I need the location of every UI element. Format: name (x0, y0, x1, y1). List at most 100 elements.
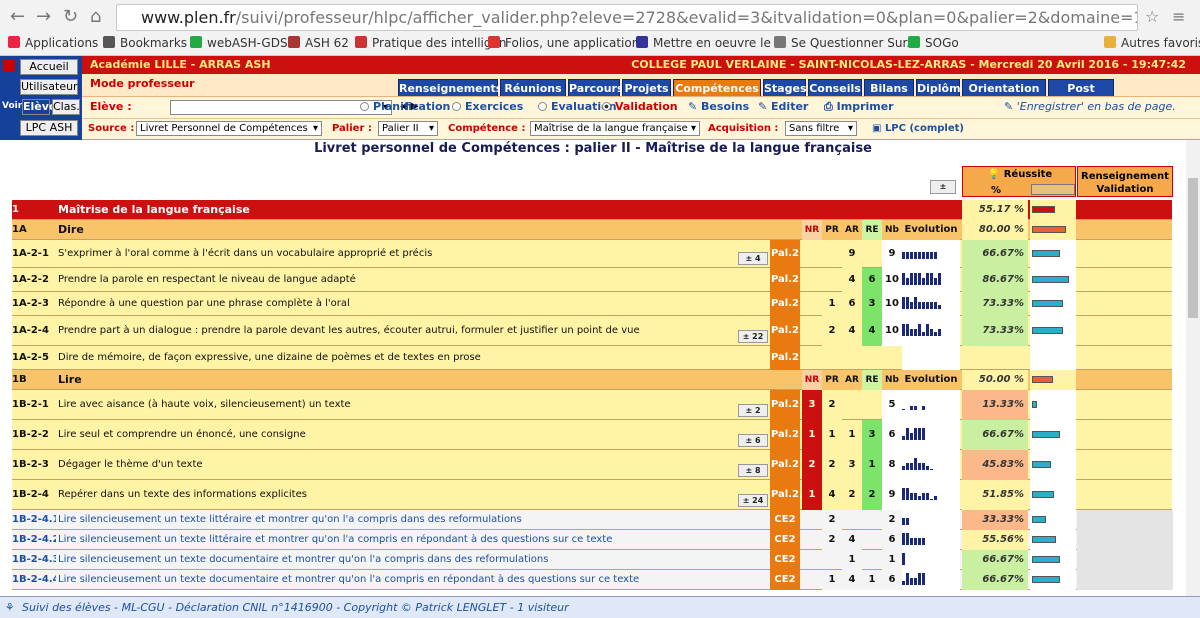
menu-icon[interactable]: ≡ (1172, 6, 1185, 28)
count-re: 2 (862, 480, 882, 510)
evolution-sparkline (902, 240, 960, 268)
bookmark-item[interactable]: Pratique des intelligen (355, 33, 506, 53)
bookmark-item[interactable]: Se Questionner Sur... (774, 33, 918, 53)
bookmark-item[interactable]: Applications (8, 33, 98, 53)
evolution-sparkline (902, 390, 960, 420)
bookmark-item[interactable]: Bookmarks (103, 33, 187, 53)
tab-conseils[interactable]: Conseils (808, 79, 862, 96)
radio-planification[interactable]: Planification (360, 97, 450, 117)
sparkline-bar (914, 406, 917, 410)
reussite-bar (1032, 516, 1046, 523)
bookmark-item[interactable]: Mettre en oeuvre le P (636, 33, 782, 53)
bookmark-icon (190, 36, 202, 48)
tab-comptences[interactable]: Compétences (673, 79, 761, 96)
tab-parcours[interactable]: Parcours (568, 79, 624, 96)
bookmark-item[interactable]: SOGo (908, 33, 959, 53)
palier-badge: Pal.2 (770, 450, 800, 480)
home-icon[interactable]: ⌂ (90, 6, 101, 28)
eleve-button[interactable]: Elève (22, 99, 56, 115)
count-pr: 2 (822, 450, 842, 480)
expand-button[interactable]: ± 2 (738, 404, 768, 417)
browser-chrome: ← → ↻ ⌂ www.plen.fr/suivi/professeur/hlp… (0, 0, 1200, 56)
sparkline-bar (902, 466, 905, 470)
table-row: 1A-2-2 Prendre la parole en respectant le… (12, 268, 1172, 292)
expand-button[interactable]: ± 24 (738, 494, 768, 507)
bookmark-item[interactable]: ASH 62 (288, 33, 349, 53)
tab-renseignements[interactable]: Renseignements (398, 79, 502, 96)
left-panel: Accueil Utilisateur Voir Elève Clas. LPC… (0, 56, 82, 140)
validation-header: Renseignement Validation (1077, 166, 1173, 197)
sparkline-bar (922, 301, 925, 309)
palier-badge: Pal.2 (770, 316, 800, 346)
reussite-bar-cell (1030, 420, 1076, 450)
expand-button[interactable]: ± 22 (738, 330, 768, 343)
sparkline-bar (914, 251, 917, 259)
reload-icon[interactable]: ↻ (63, 6, 78, 28)
accueil-button[interactable]: Accueil (20, 59, 78, 75)
back-icon[interactable]: ← (10, 6, 25, 28)
imprimer-link[interactable]: ⎙ Imprimer (824, 97, 894, 117)
count-nr: 3 (802, 390, 822, 420)
forward-icon[interactable]: → (36, 6, 51, 28)
tab-stages[interactable]: Stages (763, 79, 807, 96)
eleve-select[interactable]: ▾ (170, 100, 392, 115)
bookmark-item[interactable]: webASH-GDS (190, 33, 288, 53)
sparkline-bar (906, 324, 909, 336)
source-select[interactable]: Livret Personnel de Compétences ▾ (136, 121, 322, 136)
sparkline-bar (926, 466, 929, 470)
sparkline-bar (918, 496, 921, 500)
bookmark-item[interactable]: Folios, une application (488, 33, 639, 53)
bookmark-label: SOGo (925, 36, 959, 50)
expand-button[interactable]: ± 4 (738, 252, 768, 265)
address-bar[interactable]: www.plen.fr/suivi/professeur/hlpc/affich… (116, 4, 1138, 31)
star-icon[interactable]: ☆ (1145, 6, 1159, 28)
competence-label: Compétence : (448, 123, 526, 134)
editer-link[interactable]: ✎ Editer (758, 97, 808, 117)
expand-button[interactable]: ± 8 (738, 464, 768, 477)
tab-runions[interactable]: Réunions (500, 79, 566, 96)
count-nb: 10 (882, 316, 902, 346)
classe-button[interactable]: Clas. (52, 99, 80, 115)
hint-text: ✎ 'Enregistrer' en bas de page. (1004, 100, 1176, 113)
lpc-ash-button[interactable]: LPC ASH (20, 120, 78, 136)
sparkline-bar (914, 458, 917, 470)
sparkline-bar (902, 553, 905, 565)
palier-select[interactable]: Palier II ▾ (378, 121, 438, 136)
expand-button[interactable]: ± 6 (738, 434, 768, 447)
tab-post3me[interactable]: Post 3ème (1048, 79, 1114, 112)
besoins-link[interactable]: ✎ Besoins (688, 97, 749, 117)
reussite-bar-cell (1030, 370, 1076, 390)
bookmark-icon (488, 36, 500, 48)
table-row: 1A-2-3 Répondre à une question par une ph… (12, 292, 1172, 316)
radio-exercices[interactable]: Exercices (452, 97, 523, 117)
evolution-sparkline (902, 450, 960, 480)
tab-bilans[interactable]: Bilans (864, 79, 914, 96)
bookmark-item[interactable]: Autres favoris (1104, 33, 1200, 53)
radio-validation[interactable]: Validation (602, 97, 678, 117)
sparkline-bar (918, 273, 921, 285)
reussite-bar (1032, 327, 1063, 334)
reussite-bar (1032, 226, 1066, 233)
row-label: Lire avec aisance (à haute voix, silenci… (58, 399, 351, 410)
scrollbar[interactable] (1186, 140, 1200, 596)
row-code: 1B-2-1 (12, 399, 49, 410)
utilisateur-button[interactable]: Utilisateur (20, 79, 78, 95)
sparkline-bar (906, 488, 909, 500)
toggle-button[interactable]: ± (930, 180, 956, 194)
tab-orientation[interactable]: Orientation (962, 79, 1046, 96)
count-nb: 10 (882, 268, 902, 292)
sparkline-bar (906, 297, 909, 309)
palier-badge: Pal.2 (770, 292, 800, 316)
scroll-thumb[interactable] (1188, 178, 1198, 318)
row-code: 1B (12, 374, 27, 385)
bookmark-icon (288, 36, 300, 48)
acquisition-select[interactable]: Sans filtre ▾ (785, 121, 857, 136)
tab-diplmes[interactable]: Diplômes (916, 79, 975, 96)
lpc-complet-link[interactable]: ▣ LPC (complet) (872, 119, 964, 138)
source-label: Source : (88, 123, 135, 134)
count-ar: 9 (842, 240, 862, 268)
radio-label: Planification (373, 100, 451, 113)
tab-projets[interactable]: Projets (622, 79, 671, 96)
competence-select[interactable]: Maîtrise de la langue française ▾ (530, 121, 700, 136)
evolution-sparkline (902, 420, 960, 450)
